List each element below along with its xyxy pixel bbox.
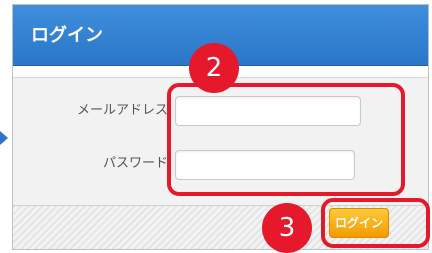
step-3-badge: 3	[262, 203, 312, 253]
password-label: パスワード	[102, 156, 168, 171]
highlight-login-button	[321, 198, 430, 248]
pointer-arrow-icon	[0, 131, 8, 145]
email-label: メールアドレス	[76, 103, 168, 118]
step-2-badge: 2	[189, 43, 239, 93]
panel-title: ログイン	[31, 25, 103, 46]
highlight-input-fields	[167, 83, 405, 196]
